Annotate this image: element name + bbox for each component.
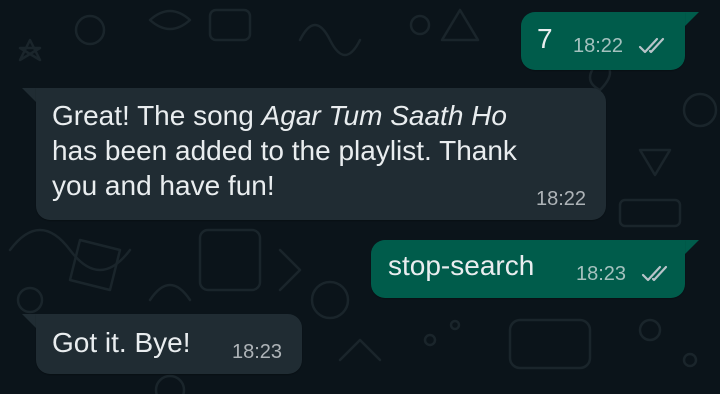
- outgoing-message[interactable]: 7 18:22: [521, 12, 685, 70]
- double-check-icon: [641, 265, 668, 282]
- song-title: Agar Tum Saath Ho: [261, 100, 507, 131]
- message-time: 18:23: [576, 263, 627, 285]
- message-text: Got it. Bye!: [52, 327, 191, 358]
- outgoing-bubble-tail: [685, 12, 699, 26]
- message-text-segment: Great! The song: [52, 100, 262, 131]
- message-line-3: you and have fun!: [52, 170, 275, 201]
- incoming-bubble-tail: [22, 88, 36, 102]
- message-text: stop-search: [388, 250, 535, 281]
- incoming-message[interactable]: Got it. Bye! 18:23: [36, 314, 302, 374]
- message-time: 18:22: [573, 35, 624, 57]
- message-text: 7: [537, 23, 553, 54]
- message-time: 18:22: [536, 188, 587, 210]
- message-line-2: has been added to the playlist. Thank: [52, 135, 517, 166]
- outgoing-message[interactable]: stop-search 18:23: [371, 240, 685, 298]
- outgoing-bubble-tail: [685, 240, 699, 254]
- incoming-bubble-tail: [22, 314, 36, 328]
- message-line-1: Great! The song Agar Tum Saath Ho: [52, 98, 517, 133]
- incoming-message[interactable]: Great! The song Agar Tum Saath Ho has be…: [36, 88, 606, 220]
- message-time: 18:23: [232, 341, 283, 363]
- message-text: Great! The song Agar Tum Saath Ho has be…: [52, 98, 517, 203]
- double-check-icon: [638, 37, 665, 54]
